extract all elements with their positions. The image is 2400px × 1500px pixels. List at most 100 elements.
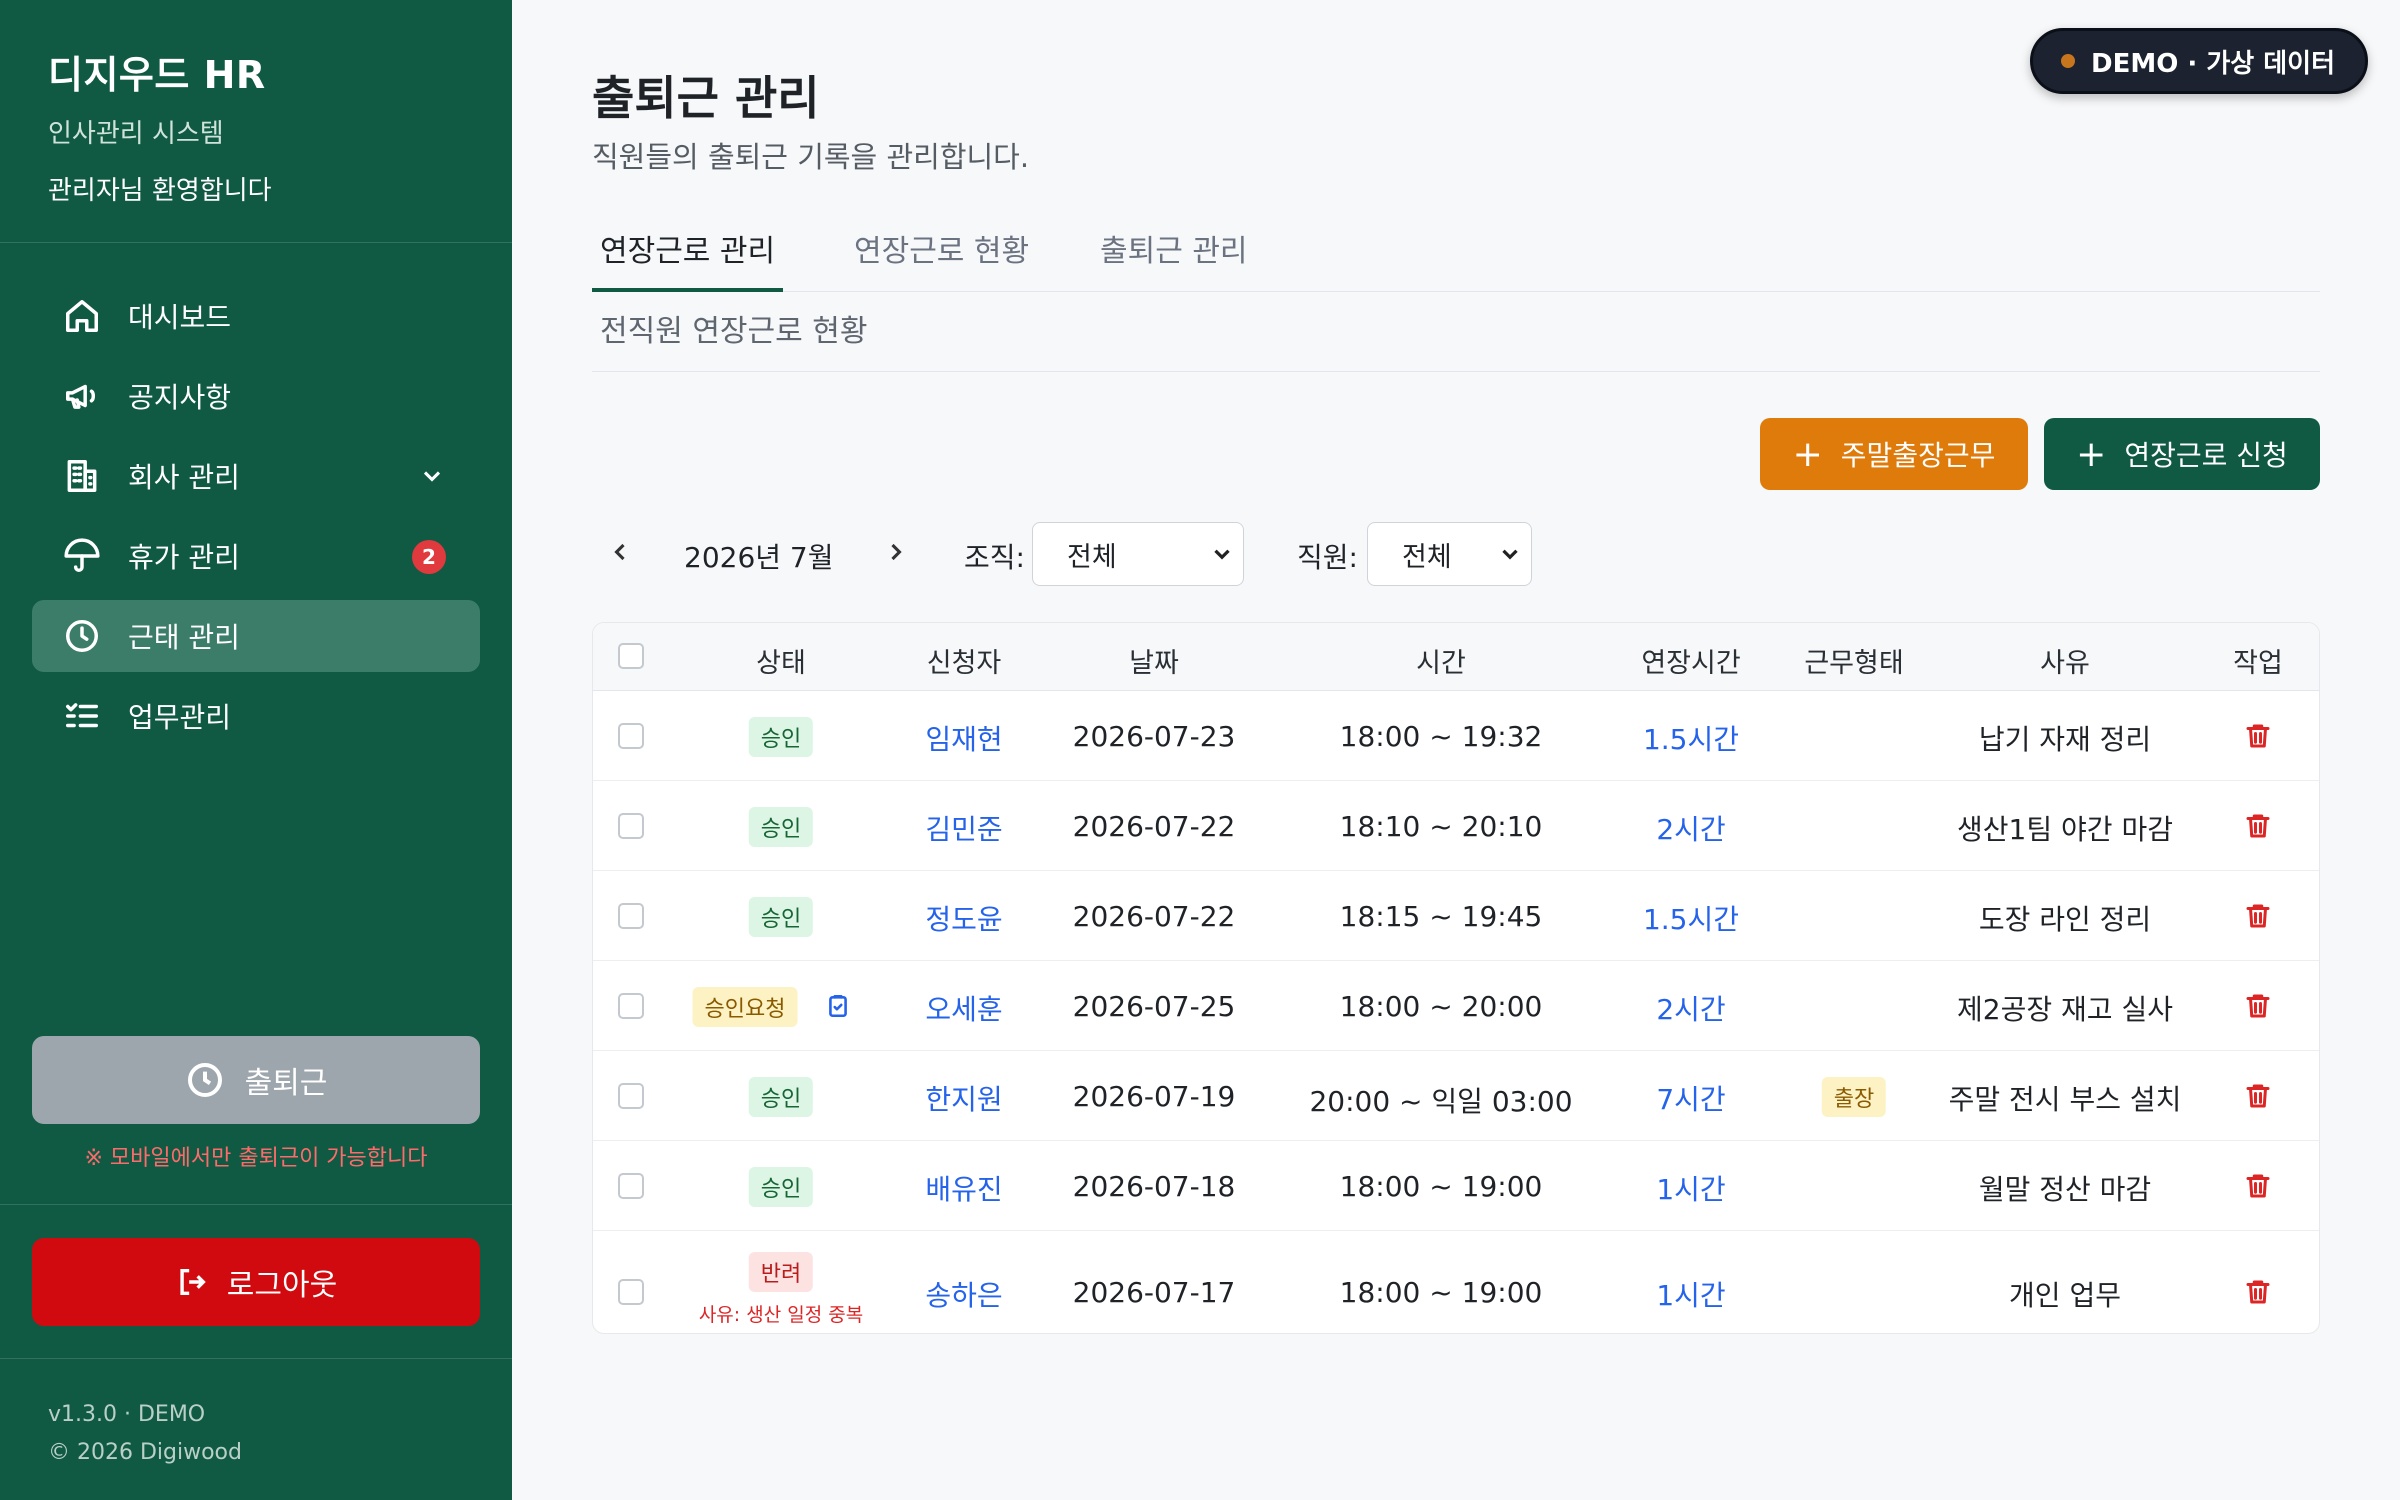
- row-checkbox[interactable]: [618, 723, 644, 749]
- brand-name: 디지우드 HR: [48, 53, 266, 97]
- checkin-button[interactable]: 출퇴근: [32, 1036, 480, 1124]
- overtime-hours-cell: 1.5시간: [1642, 723, 1740, 756]
- sidebar-item-leave[interactable]: 휴가 관리 2: [32, 520, 480, 592]
- chevron-down-icon: [1209, 541, 1235, 567]
- org-select[interactable]: 전체: [1032, 522, 1244, 586]
- weekend-trip-button[interactable]: + 주말출장근무: [1760, 418, 2028, 490]
- version-info: v1.3.0 · DEMO © 2026 Digiwood: [48, 1396, 242, 1472]
- status-badge: 승인: [748, 717, 814, 757]
- sidebar-item-attendance[interactable]: 근태 관리: [32, 600, 480, 672]
- delete-icon[interactable]: [2243, 991, 2273, 1021]
- delete-icon[interactable]: [2243, 1081, 2273, 1111]
- checkin-label: 출퇴근: [244, 1066, 328, 1101]
- time-cell: 18:00 ~ 19:00: [1339, 1276, 1543, 1309]
- applicant-link[interactable]: 오세훈: [925, 988, 1002, 1028]
- date-cell: 2026-07-19: [1072, 1080, 1236, 1113]
- chevron-right-icon[interactable]: [882, 538, 912, 568]
- table-row[interactable]: 승인 배유진 2026-07-18 18:00 ~ 19:00 1시간 월말 정산 마감: [593, 1141, 2319, 1231]
- delete-icon[interactable]: [2243, 811, 2273, 841]
- sub-tab-bar: 전직원 연장근로 현황: [592, 292, 2320, 372]
- delete-icon[interactable]: [2243, 721, 2273, 751]
- sidebar-divider: [0, 242, 512, 243]
- delete-icon[interactable]: [2243, 901, 2273, 931]
- weekend-trip-label: 주말출장근무: [1840, 439, 1996, 472]
- table-row[interactable]: 승인 정도윤 2026-07-22 18:15 ~ 19:45 1.5시간 도장 라인 정…: [593, 871, 2319, 961]
- overtime-hours-cell: 1.5시간: [1642, 903, 1740, 936]
- column-header: 상태: [756, 648, 806, 679]
- approve-clipboard-icon[interactable]: [825, 993, 851, 1019]
- employee-select[interactable]: 전체: [1367, 522, 1532, 586]
- applicant-link[interactable]: 배유진: [925, 1168, 1002, 1208]
- sidebar-item-company[interactable]: 회사 관리: [32, 440, 480, 512]
- plus-icon: +: [2076, 433, 2107, 475]
- table-row[interactable]: 승인 임재현 2026-07-23 18:00 ~ 19:32 1.5시간 납기 자재 정…: [593, 691, 2319, 781]
- version-text: v1.3.0 · DEMO: [48, 1402, 206, 1427]
- chevron-down-icon[interactable]: [418, 462, 446, 490]
- status-dot-icon: [2061, 54, 2076, 68]
- sidebar-item-label: 근태 관리: [128, 621, 240, 654]
- sidebar-item-notices[interactable]: 공지사항: [32, 360, 480, 432]
- row-checkbox[interactable]: [618, 1083, 644, 1109]
- reason-cell: 도장 라인 정리: [1978, 903, 2152, 936]
- notification-badge: 2: [412, 540, 446, 574]
- work-type-badge: 출장: [1821, 1077, 1887, 1117]
- applicant-link[interactable]: 송하은: [925, 1274, 1002, 1314]
- tab-overtime-status[interactable]: 연장근로 현황: [846, 226, 1037, 292]
- page-subtitle: 직원들의 출퇴근 기록을 관리합니다.: [592, 140, 1030, 174]
- org-filter-label: 조직:: [964, 541, 1025, 574]
- table-row[interactable]: 승인 한지원 2026-07-19 20:00 ~ 익일 03:00 7시간 출장 주말 전…: [593, 1051, 2319, 1141]
- applicant-link[interactable]: 정도윤: [925, 898, 1002, 938]
- demo-badge-label: DEMO · 가상 데이터: [2091, 48, 2335, 79]
- sidebar-item-label: 업무관리: [128, 701, 232, 734]
- sidebar-item-tasks[interactable]: 업무관리: [32, 680, 480, 752]
- main-content: DEMO · 가상 데이터 출퇴근 관리 직원들의 출퇴근 기록을 관리합니다.…: [512, 0, 2400, 1500]
- tab-attendance-management[interactable]: 출퇴근 관리: [1092, 226, 1256, 292]
- reason-cell: 월말 정산 마감: [1978, 1173, 2152, 1206]
- plus-icon: +: [1792, 433, 1823, 475]
- page-title: 출퇴근 관리: [592, 71, 820, 125]
- delete-icon[interactable]: [2243, 1171, 2273, 1201]
- time-cell: 20:00 ~ 익일 03:00: [1309, 1085, 1573, 1118]
- date-cell: 2026-07-23: [1072, 720, 1236, 753]
- overtime-hours-cell: 1시간: [1656, 1279, 1726, 1312]
- overtime-request-label: 연장근로 신청: [2124, 439, 2288, 472]
- overtime-request-button[interactable]: + 연장근로 신청: [2044, 418, 2320, 490]
- date-cell: 2026-07-17: [1072, 1276, 1236, 1309]
- logout-button[interactable]: 로그아웃: [32, 1238, 480, 1326]
- logout-icon: [180, 1268, 206, 1296]
- time-cell: 18:00 ~ 19:00: [1339, 1170, 1543, 1203]
- row-checkbox[interactable]: [618, 813, 644, 839]
- reason-cell: 납기 자재 정리: [1978, 723, 2152, 756]
- applicant-link[interactable]: 임재현: [925, 718, 1002, 758]
- delete-icon[interactable]: [2243, 1277, 2273, 1307]
- table-row[interactable]: 반려 사유: 생산 일정 중복 송하은 2026-07-17 18:00 ~ 19:00…: [593, 1231, 2319, 1333]
- date-cell: 2026-07-22: [1072, 900, 1236, 933]
- month-label: 2026년 7월: [684, 541, 834, 574]
- row-checkbox[interactable]: [618, 903, 644, 929]
- sidebar-item-dashboard[interactable]: 대시보드: [32, 280, 480, 352]
- row-checkbox[interactable]: [618, 1173, 644, 1199]
- tab-overtime-management[interactable]: 연장근로 관리: [592, 226, 784, 292]
- column-header: 시간: [1416, 648, 1466, 679]
- building-icon: [62, 456, 102, 496]
- table-header: 상태 신청자 날짜 시간 연장시간 근무형태 사유 작업: [593, 623, 2319, 691]
- table-row[interactable]: 승인 김민준 2026-07-22 18:10 ~ 20:10 2시간 생산1팀 야간 마…: [593, 781, 2319, 871]
- status-badge: 승인: [748, 897, 814, 937]
- umbrella-icon: [62, 536, 102, 576]
- applicant-link[interactable]: 김민준: [925, 808, 1002, 848]
- overtime-hours-cell: 2시간: [1656, 813, 1726, 846]
- chevron-down-icon: [1497, 541, 1523, 567]
- chevron-left-icon[interactable]: [606, 538, 636, 568]
- applicant-link[interactable]: 한지원: [925, 1078, 1002, 1118]
- sidebar-divider: [0, 1358, 512, 1359]
- select-all-checkbox[interactable]: [618, 643, 644, 669]
- sidebar-divider: [0, 1204, 512, 1205]
- column-header: 근무형태: [1804, 648, 1904, 679]
- row-checkbox[interactable]: [618, 1279, 644, 1305]
- clock-icon: [62, 616, 102, 656]
- row-checkbox[interactable]: [618, 993, 644, 1019]
- task-list-icon: [62, 696, 102, 736]
- brand: 디지우드 HR 인사관리 시스템 관리자님 환영합니다: [48, 44, 272, 207]
- table-row[interactable]: 승인요청 오세훈 2026-07-25 18:00 ~ 20:00 2시간 제2공장 재고…: [593, 961, 2319, 1051]
- tab-all-employee-overtime[interactable]: 전직원 연장근로 현황: [600, 306, 867, 350]
